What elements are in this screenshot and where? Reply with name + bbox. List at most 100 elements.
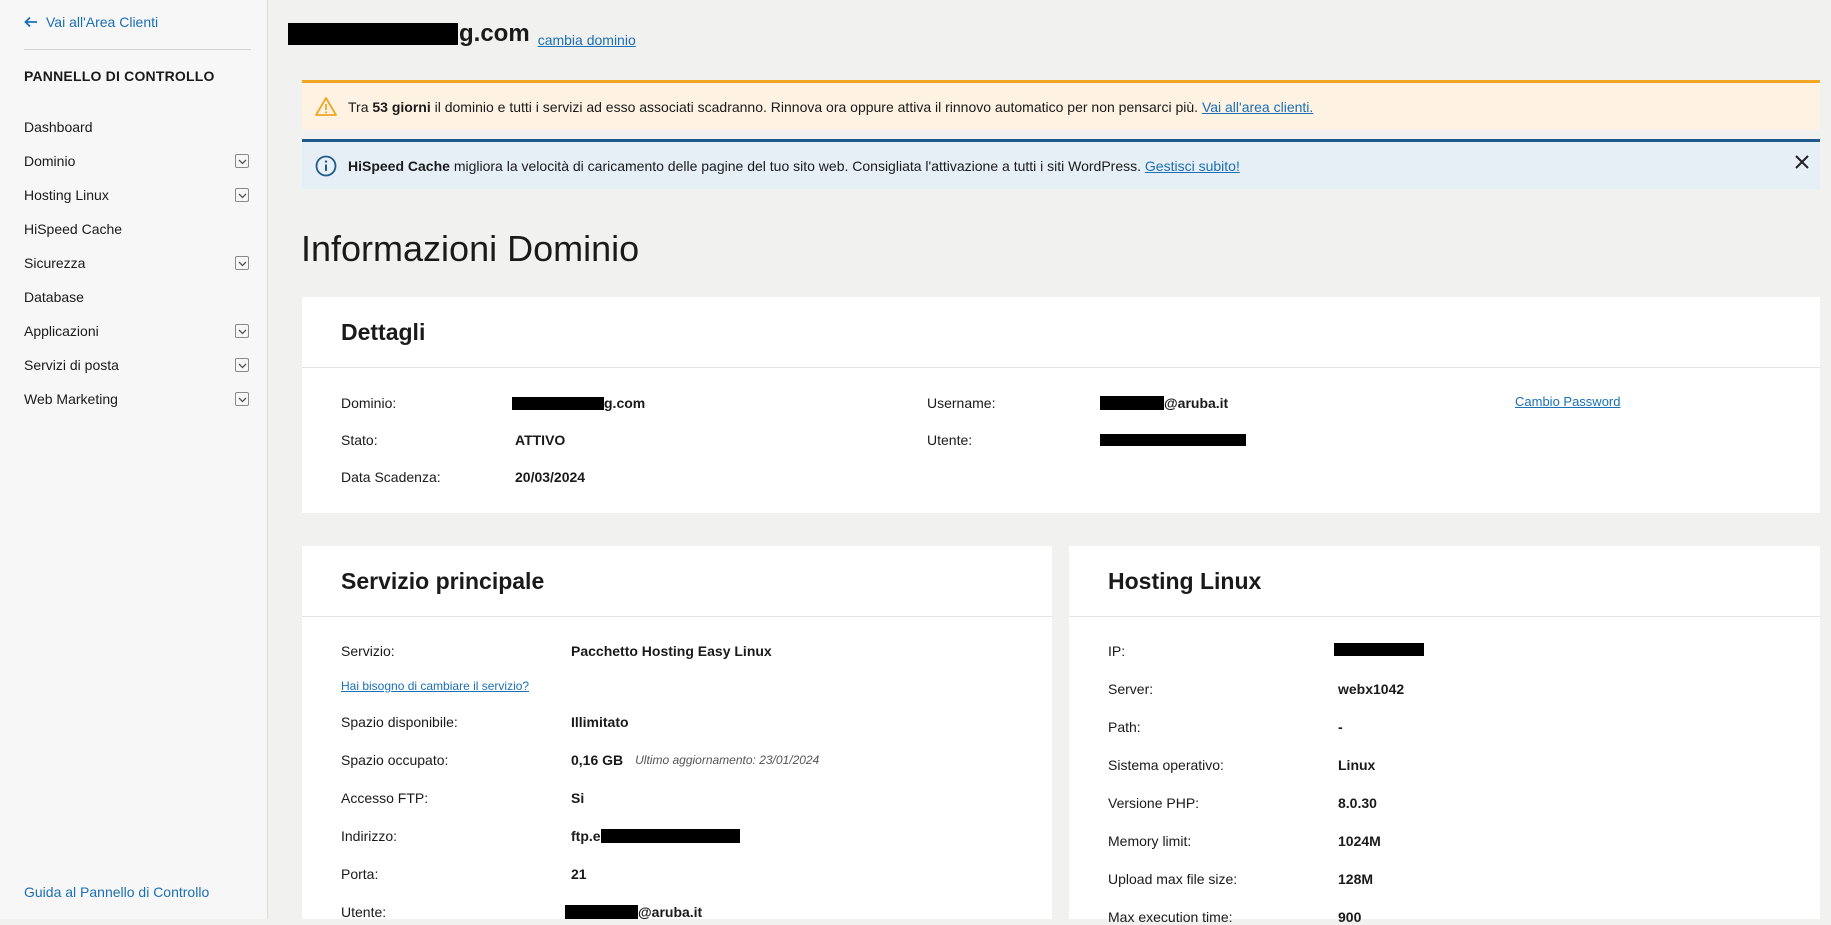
sidebar-item-label: Dominio bbox=[24, 153, 76, 169]
sidebar-item-label: Database bbox=[24, 289, 84, 305]
max-exec-time-value: 900 bbox=[1338, 909, 1362, 925]
details-card-title: Dettagli bbox=[302, 297, 1820, 368]
user-label: Utente: bbox=[927, 432, 973, 448]
sidebar-item-label: Hosting Linux bbox=[24, 187, 109, 203]
redacted-block bbox=[288, 23, 458, 45]
sidebar-item-dominio[interactable]: Dominio bbox=[0, 144, 268, 178]
server-value: webx1042 bbox=[1338, 681, 1405, 697]
username-label: Username: bbox=[927, 395, 996, 411]
php-version-value: 8.0.30 bbox=[1338, 795, 1377, 811]
ftp-access-value: Si bbox=[571, 790, 585, 806]
redacted-block bbox=[600, 829, 740, 843]
sidebar-item-web-marketing[interactable]: Web Marketing bbox=[0, 382, 268, 416]
port-label: Porta: bbox=[341, 866, 379, 882]
state-label: Stato: bbox=[341, 432, 378, 448]
address-value: ftp.e bbox=[571, 828, 740, 844]
service-label: Servizio: bbox=[341, 643, 395, 659]
space-available-label: Spazio disponibile: bbox=[341, 714, 458, 730]
ftp-user-label: Utente: bbox=[341, 904, 387, 920]
close-icon[interactable] bbox=[1792, 152, 1812, 172]
chevron-down-icon[interactable] bbox=[235, 256, 249, 270]
warning-text: Tra 53 giorni il dominio e tutti i servi… bbox=[348, 98, 1314, 115]
sidebar-item-label: Dashboard bbox=[24, 119, 93, 135]
domain-header: g.com cambia dominio bbox=[288, 20, 636, 48]
ip-label: IP: bbox=[1108, 643, 1126, 659]
sidebar-item-dashboard[interactable]: Dashboard bbox=[0, 110, 268, 144]
redacted-block bbox=[512, 396, 602, 410]
address-label: Indirizzo: bbox=[341, 828, 398, 844]
chevron-down-icon[interactable] bbox=[235, 154, 249, 168]
os-value: Linux bbox=[1338, 757, 1376, 773]
path-label: Path: bbox=[1108, 719, 1141, 735]
redacted-block bbox=[565, 905, 638, 919]
space-used-label: Spazio occupato: bbox=[341, 752, 449, 768]
sidebar-section-title: PANNELLO DI CONTROLLO bbox=[24, 68, 215, 84]
sidebar-divider bbox=[24, 49, 251, 50]
domain-value: g.com bbox=[512, 395, 645, 411]
php-version-label: Versione PHP: bbox=[1108, 795, 1200, 811]
change-domain-link[interactable]: cambia dominio bbox=[538, 32, 636, 48]
ip-value bbox=[1334, 643, 1424, 656]
hosting-linux-card: Hosting Linux IP: Server: webx1042 Path:… bbox=[1069, 546, 1820, 925]
chevron-down-icon[interactable] bbox=[235, 392, 249, 406]
ftp-access-label: Accesso FTP: bbox=[341, 790, 429, 806]
chevron-down-icon[interactable] bbox=[235, 324, 249, 338]
page-title: Informazioni Dominio bbox=[301, 228, 640, 269]
upload-max-value: 128M bbox=[1338, 871, 1374, 887]
username-value: @aruba.it bbox=[1100, 395, 1228, 411]
sidebar-item-label: Applicazioni bbox=[24, 323, 99, 339]
expiry-label: Data Scadenza: bbox=[341, 469, 441, 485]
space-available-value: Illimitato bbox=[571, 714, 629, 730]
domain-label: Dominio: bbox=[341, 395, 397, 411]
path-value: - bbox=[1338, 719, 1343, 735]
hosting-linux-card-title: Hosting Linux bbox=[1069, 546, 1820, 617]
memory-limit-label: Memory limit: bbox=[1108, 833, 1192, 849]
sidebar-item-label: Sicurezza bbox=[24, 255, 86, 271]
domain-name: g.com bbox=[288, 20, 530, 48]
sidebar-item-sicurezza[interactable]: Sicurezza bbox=[0, 246, 268, 280]
back-link-label: Vai all'Area Clienti bbox=[46, 14, 159, 30]
ftp-user-value: @aruba.it bbox=[565, 904, 702, 920]
arrow-left-icon bbox=[24, 16, 37, 28]
last-update-note: Ultimo aggiornamento: 23/01/2024 bbox=[635, 753, 820, 767]
redacted-block bbox=[1100, 434, 1246, 446]
redacted-block bbox=[1100, 396, 1164, 410]
expiry-warning-alert: Tra 53 giorni il dominio e tutti i servi… bbox=[302, 80, 1820, 130]
manage-now-link[interactable]: Gestisci subito! bbox=[1145, 158, 1240, 174]
user-value bbox=[1100, 432, 1246, 446]
sidebar-item-database[interactable]: Database bbox=[0, 280, 268, 314]
details-card: Dettagli Dominio: g.com Stato: ATTIVO Da… bbox=[302, 297, 1820, 513]
chevron-down-icon[interactable] bbox=[235, 188, 249, 202]
control-panel-guide-link[interactable]: Guida al Pannello di Controllo bbox=[24, 884, 209, 900]
sidebar-item-label: Servizi di posta bbox=[24, 357, 119, 373]
client-area-link[interactable]: Vai all'area clienti. bbox=[1202, 99, 1313, 115]
memory-limit-value: 1024M bbox=[1338, 833, 1381, 849]
main-service-card: Servizio principale Servizio: Pacchetto … bbox=[302, 546, 1052, 920]
redacted-block bbox=[1334, 643, 1424, 656]
sidebar-item-label: Web Marketing bbox=[24, 391, 118, 407]
state-value: ATTIVO bbox=[515, 432, 566, 448]
sidebar-item-applicazioni[interactable]: Applicazioni bbox=[0, 314, 268, 348]
change-service-link[interactable]: Hai bisogno di cambiare il servizio? bbox=[341, 679, 529, 693]
info-icon bbox=[315, 155, 337, 176]
change-password-link[interactable]: Cambio Password bbox=[1515, 394, 1621, 409]
main-service-card-title: Servizio principale bbox=[302, 546, 1052, 617]
sidebar-item-label: HiSpeed Cache bbox=[24, 221, 123, 237]
port-value: 21 bbox=[571, 866, 587, 882]
service-value: Pacchetto Hosting Easy Linux bbox=[571, 643, 772, 659]
expiry-value: 20/03/2024 bbox=[515, 469, 586, 485]
back-to-client-area-link[interactable]: Vai all'Area Clienti bbox=[24, 14, 158, 30]
upload-max-label: Upload max file size: bbox=[1108, 871, 1238, 887]
chevron-down-icon[interactable] bbox=[235, 358, 249, 372]
sidebar-item-servizi-di-posta[interactable]: Servizi di posta bbox=[0, 348, 268, 382]
hispeed-cache-info-alert: HiSpeed Cache migliora la velocità di ca… bbox=[302, 139, 1820, 189]
server-label: Server: bbox=[1108, 681, 1154, 697]
sidebar: Vai all'Area Clienti PANNELLO DI CONTROL… bbox=[0, 0, 268, 919]
info-text: HiSpeed Cache migliora la velocità di ca… bbox=[348, 157, 1240, 174]
warning-icon bbox=[315, 96, 337, 116]
space-used-value: 0,16 GB Ultimo aggiornamento: 23/01/2024 bbox=[571, 752, 820, 768]
days-remaining: 53 giorni bbox=[372, 98, 431, 115]
sidebar-item-hosting-linux[interactable]: Hosting Linux bbox=[0, 178, 268, 212]
sidebar-item-hispeed-cache[interactable]: HiSpeed Cache bbox=[0, 212, 268, 246]
sidebar-menu: Dashboard Dominio Hosting Linux HiSpeed … bbox=[0, 110, 268, 416]
